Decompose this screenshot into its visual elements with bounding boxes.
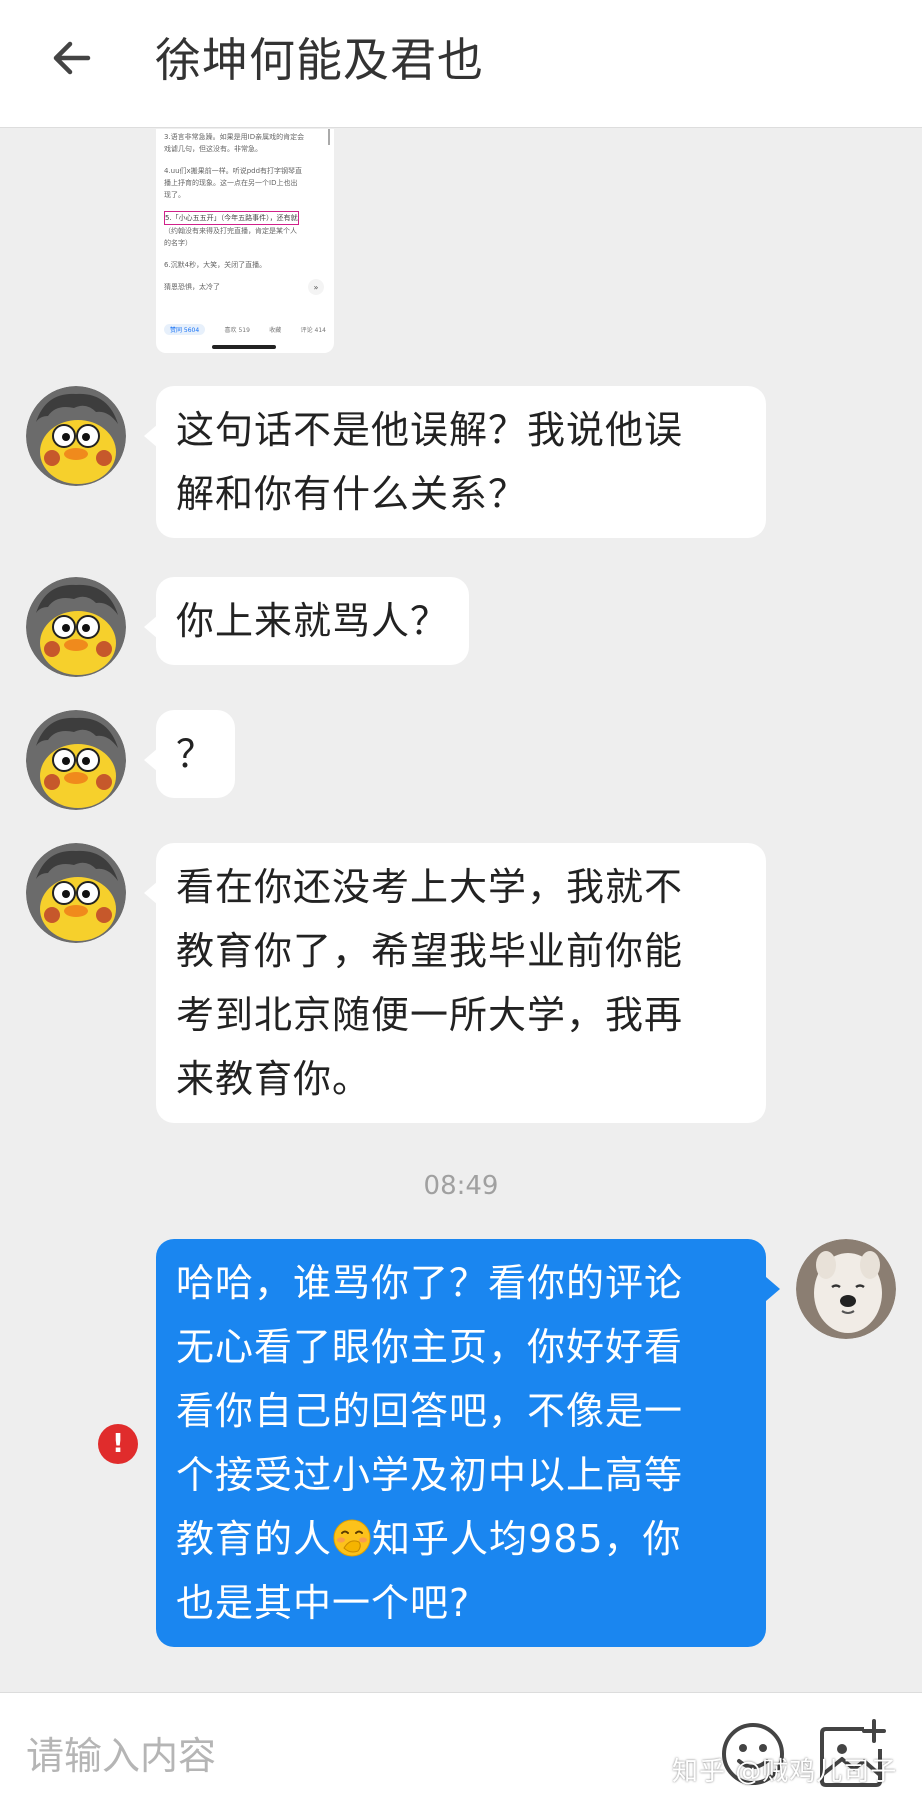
my-avatar[interactable]: [796, 1239, 896, 1339]
comment-action: 评论 414: [300, 326, 326, 334]
screenshot-spacer: [164, 249, 326, 259]
screenshot-text-line: 3.语言非常急躁。如果是用ID亲属戏的肯定会: [164, 133, 305, 141]
screenshot-text-line: 戏谑几句，但这没有。非常急。: [164, 145, 262, 153]
contact-avatar[interactable]: [26, 386, 126, 486]
screenshot-text-line: 4.uu们x搬果前一样。听说pdd有打字钢琴直: [164, 167, 303, 175]
duck-avatar-icon: [26, 843, 126, 943]
collapse-icon: »: [308, 279, 324, 295]
screenshot-text-line: 播上抒育的现象。这一点在另一个ID上也出: [164, 179, 298, 187]
screenshot-text-line: 现了。: [164, 191, 185, 199]
duck-avatar-icon: [26, 577, 126, 677]
screenshot-text-line: 的名字）: [164, 239, 192, 247]
message-text: 哈哈，谁骂你了？看你的评论 无心看了眼你主页，你好好看 看你自己的回答吧，不像是…: [176, 1261, 684, 1561]
message-list[interactable]: 3.语言非常急躁。如果是用ID亲属戏的肯定会 戏谑几句，但这没有。非常急。 4.uu…: [0, 129, 922, 1692]
screenshot-home-indicator: [212, 345, 276, 349]
composer-bar: 知乎 @贼鸡儿司子: [0, 1692, 922, 1819]
dog-avatar-icon: [796, 1239, 896, 1339]
incoming-message-bubble[interactable]: 看在你还没考上大学，我就不 教育你了，希望我毕业前你能 考到北京随便一所大学，我…: [144, 843, 766, 1123]
duck-avatar-icon: [26, 710, 126, 810]
screenshot-spacer: [164, 201, 326, 211]
incoming-message-bubble[interactable]: ？: [143, 710, 236, 798]
screenshot-spacer: [164, 271, 326, 281]
screenshot-text-line: 猜恩恐惧，太冷了: [164, 283, 220, 291]
like-action: 喜欢 519: [224, 326, 250, 334]
screenshot-spacer: [164, 155, 326, 165]
message-timestamp: 08:49: [423, 1171, 499, 1201]
image-message-thumbnail[interactable]: 3.语言非常急躁。如果是用ID亲属戏的肯定会 戏谑几句，但这没有。非常急。 4.uu…: [156, 129, 334, 353]
message-text: 这句话不是他误解？我说他误 解和你有什么关系？: [176, 408, 684, 516]
contact-avatar[interactable]: [26, 577, 126, 677]
screenshot-scrollbar: [328, 129, 330, 145]
screenshot-text: 3.语言非常急躁。如果是用ID亲属戏的肯定会 戏谑几句，但这没有。非常急。 4.uu…: [164, 131, 326, 293]
contact-avatar[interactable]: [26, 710, 126, 810]
send-failed-icon[interactable]: !: [98, 1424, 138, 1464]
screenshot-text-line: 5.「小心五五开」（今年五路事件），还有就: [164, 211, 326, 225]
back-arrow-icon: [53, 41, 91, 75]
duck-avatar-icon: [26, 386, 126, 486]
message-text: 你上来就骂人？: [176, 599, 450, 643]
face-with-hand-over-mouth-emoji: [333, 1519, 371, 1557]
screenshot-action-bar: 赞同 5604 喜欢 519 收藏 评论 414: [164, 321, 326, 337]
chat-header: 徐坤何能及君也: [0, 0, 922, 128]
incoming-message-bubble[interactable]: 你上来就骂人？: [143, 577, 470, 665]
conversation-title: 徐坤何能及君也: [155, 33, 484, 87]
contact-avatar[interactable]: [26, 843, 126, 943]
back-button[interactable]: [44, 30, 100, 86]
zhihu-watermark: 知乎 @贼鸡儿司子: [672, 1757, 898, 1787]
outgoing-message-bubble[interactable]: 哈哈，谁骂你了？看你的评论 无心看了眼你主页，你好好看 看你自己的回答吧，不像是…: [156, 1239, 780, 1647]
highlighted-text: 5.「小心五五开」（今年五路事件），还有就: [164, 211, 299, 225]
screenshot-text-line: 6.沉默4秒，大笑，关闭了直播。: [164, 261, 267, 269]
upvote-chip: 赞同 5604: [164, 323, 206, 335]
screenshot-text-line: （约翰没有来得及打完直播，肯定是某个人: [164, 227, 297, 235]
collect-action: 收藏: [269, 326, 282, 334]
message-text: ？: [176, 732, 216, 776]
incoming-message-bubble[interactable]: 这句话不是他误解？我说他误 解和你有什么关系？: [144, 386, 766, 538]
message-text: 看在你还没考上大学，我就不 教育你了，希望我毕业前你能 考到北京随便一所大学，我…: [176, 865, 684, 1101]
message-input[interactable]: [26, 1721, 666, 1791]
